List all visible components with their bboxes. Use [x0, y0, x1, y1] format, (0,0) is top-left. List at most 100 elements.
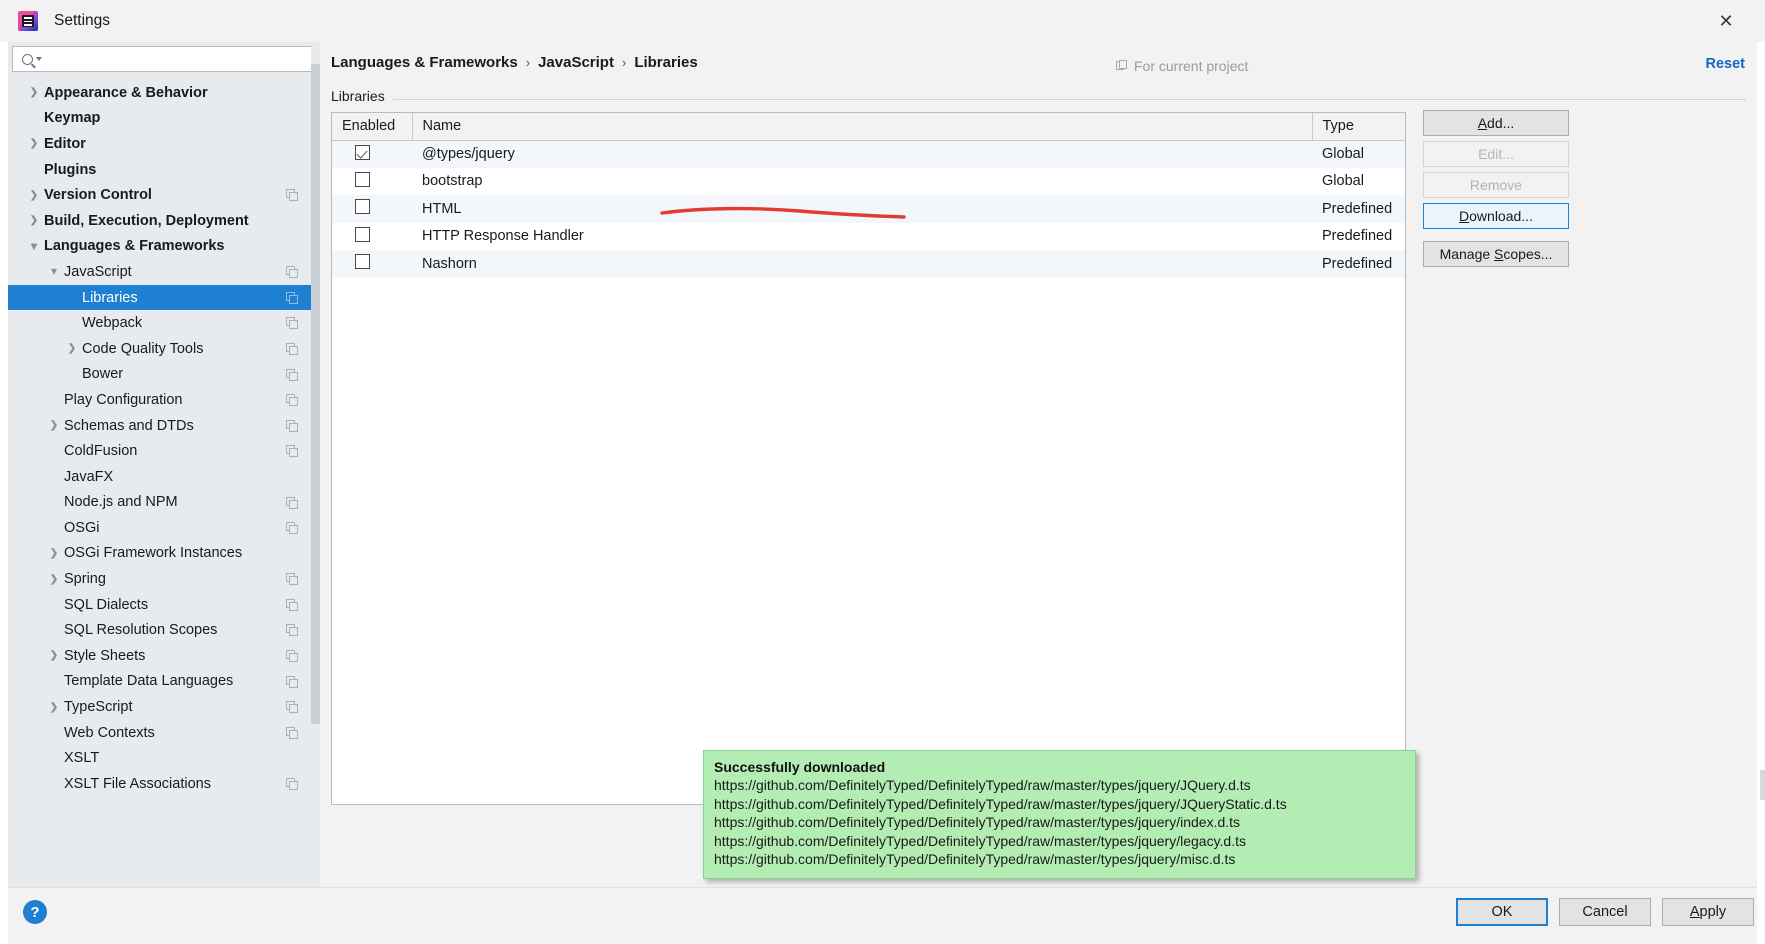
module-scope-icon: [286, 624, 299, 637]
sidebar-item-xslt[interactable]: XSLT: [8, 745, 311, 771]
sidebar-item-spring[interactable]: Spring: [8, 566, 311, 592]
sidebar-item-version-control[interactable]: Version Control: [8, 182, 311, 208]
section-divider: [331, 99, 1746, 100]
sidebar-item-bower[interactable]: Bower: [8, 362, 311, 388]
sidebar-item-play-configuration[interactable]: Play Configuration: [8, 387, 311, 413]
chevron-right-icon[interactable]: [46, 650, 62, 661]
notification-url[interactable]: https://github.com/DefinitelyTyped/Defin…: [714, 813, 1405, 832]
notification-url[interactable]: https://github.com/DefinitelyTyped/Defin…: [714, 850, 1405, 869]
column-header-enabled[interactable]: Enabled: [332, 113, 413, 141]
breadcrumb-item[interactable]: Languages & Frameworks: [331, 54, 518, 71]
sidebar-item-style-sheets[interactable]: Style Sheets: [8, 643, 311, 669]
sidebar-item-editor[interactable]: Editor: [8, 131, 311, 157]
sidebar-item-build-execution-deployment[interactable]: Build, Execution, Deployment: [8, 208, 311, 234]
ok-button[interactable]: OK: [1456, 898, 1548, 926]
cell-enabled: [332, 140, 412, 168]
sidebar-item-schemas-and-dtds[interactable]: Schemas and DTDs: [8, 413, 311, 439]
enabled-checkbox[interactable]: [355, 144, 370, 160]
module-scope-icon: [286, 726, 299, 739]
notification-url[interactable]: https://github.com/DefinitelyTyped/Defin…: [714, 776, 1405, 795]
chevron-right-icon[interactable]: [46, 702, 62, 713]
sidebar-item-plugins[interactable]: Plugins: [8, 157, 311, 183]
column-header-name[interactable]: Name: [412, 113, 1313, 141]
sidebar-item-keymap[interactable]: Keymap: [8, 106, 311, 132]
chevron-right-icon[interactable]: [26, 138, 42, 149]
breadcrumb-item[interactable]: Libraries: [634, 54, 697, 71]
table-row[interactable]: HTML Predefined: [332, 195, 1405, 223]
sidebar-item-appearance-behavior[interactable]: Appearance & Behavior: [8, 80, 311, 106]
window-edge-marker: [1760, 770, 1765, 800]
cell-name: Nashorn: [422, 255, 477, 272]
button-label: Download...: [1459, 208, 1533, 224]
add-button[interactable]: Add...: [1423, 110, 1569, 136]
enabled-checkbox[interactable]: [355, 254, 370, 270]
column-header-type[interactable]: Type: [1312, 113, 1405, 141]
cancel-button[interactable]: Cancel: [1559, 898, 1651, 926]
apply-button[interactable]: Apply: [1662, 898, 1754, 926]
chevron-down-icon[interactable]: [46, 265, 62, 278]
sidebar-item-osgi-framework-instances[interactable]: OSGi Framework Instances: [8, 541, 311, 567]
sidebar-item-webpack[interactable]: Webpack: [8, 310, 311, 336]
chevron-right-icon[interactable]: [26, 190, 42, 201]
notification-url[interactable]: https://github.com/DefinitelyTyped/Defin…: [714, 832, 1405, 851]
close-icon[interactable]: ✕: [1703, 0, 1749, 42]
sidebar-item-sql-dialects[interactable]: SQL Dialects: [8, 592, 311, 618]
sidebar-item-coldfusion[interactable]: ColdFusion: [8, 438, 311, 464]
sidebar-item-label: Version Control: [44, 187, 152, 204]
cell-enabled: [332, 195, 412, 223]
sidebar-item-label: Languages & Frameworks: [44, 238, 225, 255]
search-input[interactable]: [47, 51, 313, 67]
button-label: Add...: [1477, 115, 1515, 131]
table-row[interactable]: bootstrap Global: [332, 167, 1405, 195]
help-icon[interactable]: ?: [23, 900, 47, 924]
cell-name: @types/jquery: [422, 146, 515, 162]
sidebar-item-javascript[interactable]: JavaScript: [8, 259, 311, 285]
enabled-checkbox[interactable]: [355, 199, 370, 215]
breadcrumb-item[interactable]: JavaScript: [538, 54, 614, 71]
libraries-table-container: Enabled Name Type @types/jquery Global boo…: [331, 112, 1406, 805]
chevron-right-icon[interactable]: [64, 343, 80, 354]
sidebar-item-typescript[interactable]: TypeScript: [8, 694, 311, 720]
notification-url[interactable]: https://github.com/DefinitelyTyped/Defin…: [714, 795, 1405, 814]
sidebar-item-javafx[interactable]: JavaFX: [8, 464, 311, 490]
sidebar-item-label: Template Data Languages: [64, 673, 234, 690]
sidebar-item-label: ColdFusion: [64, 443, 138, 460]
sidebar-item-code-quality-tools[interactable]: Code Quality Tools: [8, 336, 311, 362]
chevron-right-icon[interactable]: [26, 87, 42, 98]
chevron-right-icon[interactable]: [46, 574, 62, 585]
edit-button: Edit...: [1423, 141, 1569, 167]
table-row[interactable]: HTTP Response Handler Predefined: [332, 222, 1405, 251]
settings-tree[interactable]: Appearance & Behavior Keymap Editor Plugins…: [8, 80, 311, 887]
sidebar-item-web-contexts[interactable]: Web Contexts: [8, 720, 311, 746]
table-row[interactable]: @types/jquery Global: [332, 140, 1405, 168]
table-row[interactable]: Nashorn Predefined: [332, 250, 1405, 278]
sidebar-item-sql-resolution-scopes[interactable]: SQL Resolution Scopes: [8, 617, 311, 643]
sidebar-item-template-data-languages[interactable]: Template Data Languages: [8, 669, 311, 695]
sidebar-item-libraries[interactable]: Libraries: [8, 284, 311, 311]
sidebar-item-label: Schemas and DTDs: [64, 417, 194, 434]
sidebar-item-label: Appearance & Behavior: [44, 84, 208, 101]
sidebar-item-label: Play Configuration: [64, 391, 183, 408]
sidebar-scrollbar[interactable]: [311, 42, 320, 849]
chevron-right-icon[interactable]: [26, 215, 42, 226]
module-scope-icon: [286, 778, 299, 791]
manage-scopes-button[interactable]: Manage Scopes...: [1423, 241, 1569, 267]
search-box[interactable]: [12, 46, 314, 72]
sidebar-item-node-js-and-npm[interactable]: Node.js and NPM: [8, 490, 311, 516]
sidebar-item-osgi[interactable]: OSGi: [8, 515, 311, 541]
chevron-right-icon[interactable]: [46, 548, 62, 559]
enabled-checkbox[interactable]: [355, 171, 370, 187]
download-button[interactable]: Download...: [1423, 203, 1569, 229]
sidebar-scrollbar-thumb[interactable]: [311, 64, 320, 724]
sidebar-item-languages-frameworks[interactable]: Languages & Frameworks: [8, 234, 311, 260]
reset-link[interactable]: Reset: [1706, 56, 1746, 72]
enabled-checkbox[interactable]: [355, 226, 370, 242]
sidebar-item-label: Libraries: [82, 289, 138, 306]
cell-enabled: [332, 223, 412, 251]
chevron-right-icon[interactable]: [46, 420, 62, 431]
sidebar-item-xslt-file-associations[interactable]: XSLT File Associations: [8, 771, 311, 797]
chevron-down-icon[interactable]: [26, 240, 42, 253]
chevron-down-icon[interactable]: [36, 57, 42, 61]
sidebar-item-label: Editor: [44, 135, 86, 152]
cell-type: Global: [1322, 146, 1364, 162]
